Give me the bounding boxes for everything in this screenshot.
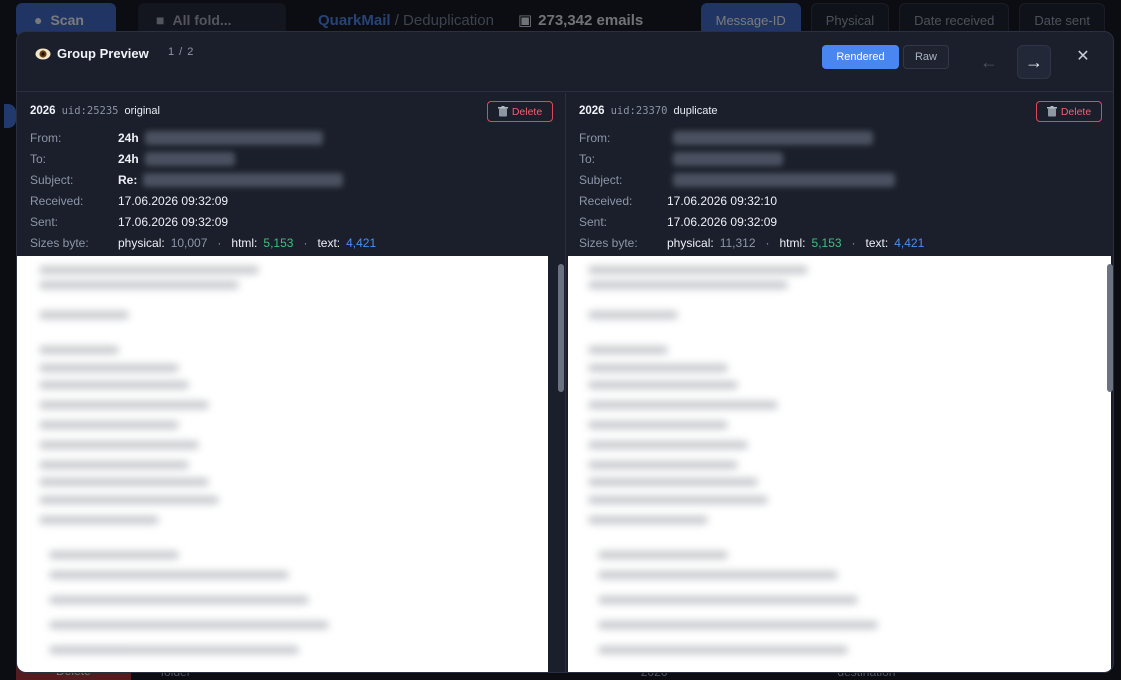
subject-value: Re:: [118, 172, 138, 187]
received-value: 17.06.2026 09:32:09: [118, 193, 229, 208]
mailbox-icon: ▣: [517, 12, 533, 29]
subject-row: Subject: Re:: [30, 169, 376, 190]
received-row: Received: 17.06.2026 09:32:09: [30, 193, 229, 208]
group-preview-modal: Group Preview 1 / 2 Rendered Raw ← → ✕ 2…: [16, 31, 1114, 673]
sizes-row: Sizes byte: physical: 10,007 · html: 5,1…: [30, 235, 377, 250]
sent-value: 17.06.2026 09:32:09: [118, 214, 229, 229]
sent-value: 17.06.2026 09:32:09: [667, 214, 778, 229]
redacted-text: [143, 172, 344, 187]
raw-toggle[interactable]: Raw: [903, 45, 949, 69]
received-row: Received: 17.06.2026 09:32:10: [579, 193, 778, 208]
next-group-button[interactable]: →: [1017, 45, 1051, 79]
subject-row: Subject:: [579, 169, 924, 190]
rendered-email-body[interactable]: [568, 256, 1111, 672]
email-year: 2026: [579, 105, 605, 117]
to-row: To: 24h: [30, 148, 376, 169]
redacted-text: [673, 151, 783, 166]
to-row: To:: [579, 148, 924, 169]
from-row: From: 24h: [30, 127, 376, 148]
to-value: 24h: [118, 151, 139, 166]
previous-group-button[interactable]: ←: [972, 45, 1006, 79]
modal-header: Group Preview 1 / 2 Rendered Raw ← → ✕: [17, 32, 1113, 92]
rendered-email-body[interactable]: [17, 256, 548, 672]
email-pane-original: 2026 uid:25235 original Delete From: 24h…: [17, 93, 565, 672]
email-role: original: [124, 105, 160, 117]
background-indicator: [4, 104, 16, 128]
email-metadata: From: 24h To: 24h Subject: Re: Received:…: [30, 127, 376, 253]
rendered-toggle[interactable]: Rendered: [822, 45, 899, 69]
html-size: 5,153: [811, 235, 842, 250]
breadcrumb: QuarkMail / Deduplication: [318, 11, 494, 29]
email-pane-duplicate: 2026 uid:23370 duplicate Delete From: To…: [566, 93, 1113, 672]
email-uid: uid:23370: [610, 105, 668, 117]
delete-button[interactable]: Delete: [487, 101, 553, 122]
group-counter: 1 / 2: [168, 46, 195, 58]
eye-icon: [35, 48, 51, 60]
trash-icon: [1046, 106, 1057, 117]
magnifier-icon: ●: [34, 12, 43, 28]
close-button[interactable]: ✕: [1073, 46, 1093, 66]
pane-header: 2026 uid:25235 original: [30, 105, 160, 117]
physical-size: 10,007: [170, 235, 208, 250]
folder-icon: ■: [156, 12, 165, 28]
redacted-text: [144, 151, 235, 166]
email-role: duplicate: [673, 105, 718, 117]
text-size: 4,421: [346, 235, 377, 250]
scrollbar[interactable]: [558, 264, 564, 392]
delete-button[interactable]: Delete: [1036, 101, 1102, 122]
from-value: 24h: [118, 130, 139, 145]
sent-row: Sent: 17.06.2026 09:32:09: [30, 214, 229, 229]
sent-row: Sent: 17.06.2026 09:32:09: [579, 214, 778, 229]
email-uid: uid:25235: [61, 105, 119, 117]
text-size: 4,421: [894, 235, 925, 250]
pane-header: 2026 uid:23370 duplicate: [579, 105, 718, 117]
physical-size: 11,312: [719, 235, 756, 250]
redacted-text: [673, 130, 873, 145]
from-row: From:: [579, 127, 924, 148]
arrow-left-icon: ←: [980, 51, 998, 72]
redacted-text: [144, 130, 323, 145]
trash-icon: [497, 106, 508, 117]
email-year: 2026: [30, 105, 56, 117]
close-icon: ✕: [1076, 48, 1090, 65]
modal-title: Group Preview: [57, 46, 149, 61]
arrow-right-icon: →: [1025, 51, 1043, 72]
received-value: 17.06.2026 09:32:10: [667, 193, 778, 208]
sizes-row: Sizes byte: physical: 11,312 · html: 5,1…: [579, 235, 925, 250]
redacted-text: [673, 172, 895, 187]
email-count: ▣ 273,342 emails: [517, 11, 644, 30]
html-size: 5,153: [263, 235, 294, 250]
scrollbar[interactable]: [1107, 264, 1113, 392]
email-metadata: From: To: Subject: Received: 17.06.2026 …: [579, 127, 924, 253]
